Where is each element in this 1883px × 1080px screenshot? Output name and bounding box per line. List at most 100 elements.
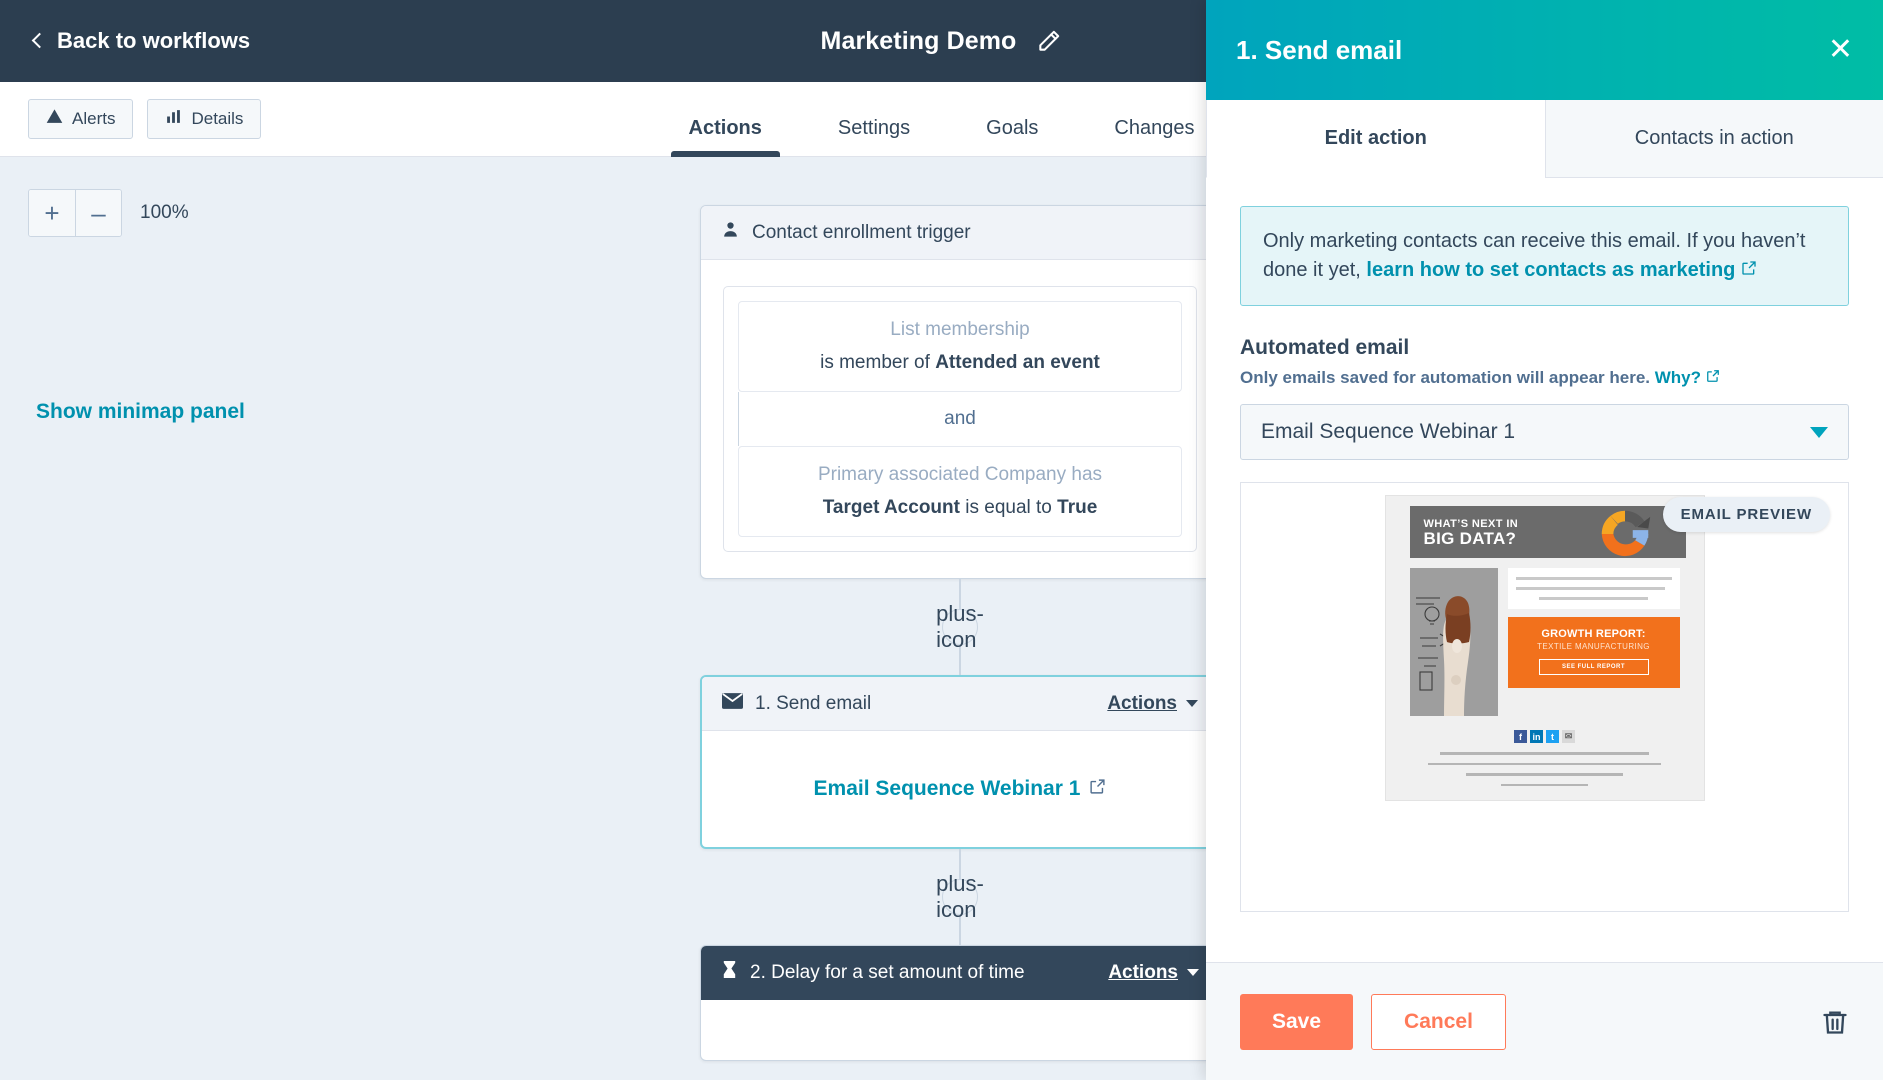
action-body-delay [701,1000,1219,1060]
email-social-icons: f in t ✉ [1396,730,1694,743]
add-step-button-1[interactable]: plus-icon [936,601,984,652]
action-menu-delay[interactable]: Actions [1108,962,1199,984]
criteria-conjunction: and [738,392,1182,446]
trash-icon[interactable] [1821,1008,1849,1036]
email-hero: WHAT’S NEXT IN BIG DATA? [1396,506,1694,560]
criterion-value: is member of Attended an event [753,352,1167,374]
external-link-icon [1089,777,1106,801]
add-step-button-2[interactable]: plus-icon [936,871,984,922]
zoom-out-button[interactable]: – [75,190,121,236]
automated-email-label: Automated email [1240,336,1410,359]
show-minimap-panel-link[interactable]: Show minimap panel [36,400,245,424]
criterion-mid: is equal to [959,497,1058,518]
page-title: Marketing Demo [820,26,1017,55]
save-button[interactable]: Save [1240,993,1354,1050]
enrollment-trigger-header: Contact enrollment trigger [701,206,1219,260]
automated-email-selected-value: Email Sequence Webinar 1 [1261,420,1516,443]
external-link-icon [1706,368,1720,387]
criterion-list-membership[interactable]: List membership is member of Attended an… [738,301,1182,392]
google-g-logo-icon [1594,503,1656,570]
chevron-down-icon [1186,700,1198,707]
cancel-button[interactable]: Cancel [1371,993,1506,1050]
email-asset-label: Email Sequence Webinar 1 [813,777,1081,800]
facebook-icon: f [1514,730,1527,743]
contact-person-icon [721,220,740,245]
action-menu-send-email[interactable]: Actions [1107,693,1198,715]
zoom-in-button[interactable]: + [29,190,75,236]
panel-title: 1. Send email [1236,34,1403,65]
enrollment-trigger-card[interactable]: Contact enrollment trigger List membersh… [700,205,1220,579]
action-card-send-email[interactable]: 1. Send email Actions Email Sequence Web… [700,675,1220,849]
automated-email-help-text: Only emails saved for automation will ap… [1240,368,1655,387]
zoom-level-label: 100% [140,202,189,223]
email-asset-link[interactable]: Email Sequence Webinar 1 [724,757,1196,821]
panel-tab-edit-action[interactable]: Edit action [1206,100,1545,178]
criterion-target-account[interactable]: Primary associated Company has Target Ac… [738,446,1182,537]
criterion-bold2: True [1057,497,1098,518]
criteria-group: List membership is member of Attended an… [723,286,1197,552]
external-link-icon [1741,259,1757,281]
back-to-workflows-label: Back to workflows [57,28,251,53]
email-cta-block: GROWTH REPORT: TEXTILE MANUFACTURING SEE… [1507,617,1680,688]
back-to-workflows-link[interactable]: Back to workflows [31,28,251,54]
automated-email-select[interactable]: Email Sequence Webinar 1 [1240,404,1849,460]
email-photo [1409,568,1498,716]
chevron-down-icon [1187,969,1199,976]
action-title-send-email: 1. Send email [755,692,872,714]
close-icon[interactable]: ✕ [1828,35,1853,65]
tab-goals-label: Goals [986,117,1039,139]
email-content-columns: GROWTH REPORT: TEXTILE MANUFACTURING SEE… [1396,568,1694,716]
email-preview-container: EMAIL PREVIEW WHAT’S NEXT IN BIG DATA? G… [1240,482,1849,912]
connector-1: plus-icon [700,579,1220,675]
twitter-icon: t [1546,730,1559,743]
email-body-text [1507,568,1680,609]
pencil-icon[interactable] [1036,28,1062,54]
panel-tab-edit-action-label: Edit action [1324,127,1427,149]
tab-goals[interactable]: Goals [948,117,1076,157]
email-footer [1396,752,1694,786]
action-card-delay[interactable]: 2. Delay for a set amount of time Action… [700,945,1220,1061]
hourglass-icon [721,960,738,985]
email-icon: ✉ [1562,730,1575,743]
action-header-send-email: 1. Send email Actions [702,677,1218,731]
action-menu-label: Actions [1108,961,1178,983]
edit-action-panel: 1. Send email ✕ Edit action Contacts in … [1206,0,1883,1080]
envelope-icon [722,692,743,715]
email-cta-button: SEE FULL REPORT [1538,659,1649,675]
learn-how-link[interactable]: learn how to set contacts as marketing [1366,259,1735,281]
connector-2: plus-icon [700,849,1220,945]
chevron-down-icon [1810,426,1828,438]
enrollment-trigger-title: Contact enrollment trigger [752,221,971,243]
chevron-left-icon [31,32,48,49]
panel-body: Only marketing contacts can receive this… [1206,178,1883,962]
action-body-send-email: Email Sequence Webinar 1 [702,731,1218,847]
tab-changes-label: Changes [1114,117,1195,139]
action-menu-label: Actions [1107,692,1177,714]
criterion-prefix: is member of [820,352,936,373]
why-link[interactable]: Why? [1655,368,1701,387]
tab-actions-label: Actions [688,117,762,139]
tab-settings-label: Settings [837,117,911,139]
panel-footer: Save Cancel [1206,962,1883,1080]
marketing-contacts-info-alert: Only marketing contacts can receive this… [1240,206,1849,306]
email-cta-subtitle: TEXTILE MANUFACTURING [1537,642,1650,651]
zoom-button-group: + – [28,189,122,237]
linkedin-icon: in [1530,730,1543,743]
workflow-flow-column: Contact enrollment trigger List membersh… [700,205,1220,1061]
criterion-bold: Attended an event [935,352,1100,373]
action-title-delay: 2. Delay for a set amount of time [750,961,1025,983]
panel-tab-contacts-label: Contacts in action [1634,127,1794,149]
criterion-label: Primary associated Company has [817,464,1103,485]
email-preview-thumbnail[interactable]: WHAT’S NEXT IN BIG DATA? GROWTH REPORT: … [1384,495,1705,801]
zoom-controls: + – 100% [28,189,189,237]
email-preview-badge: EMAIL PREVIEW [1662,497,1830,532]
criterion-bold: Target Account [822,497,960,518]
criterion-value: Target Account is equal to True [753,497,1167,519]
email-cta-title: GROWTH REPORT: [1541,628,1646,640]
automated-email-help: Only emails saved for automation will ap… [1240,368,1849,388]
panel-tab-contacts-in-action[interactable]: Contacts in action [1544,100,1883,178]
enrollment-trigger-body: List membership is member of Attended an… [701,260,1219,578]
tab-actions[interactable]: Actions [651,117,800,157]
panel-header: 1. Send email ✕ [1206,0,1883,100]
tab-settings[interactable]: Settings [800,117,948,157]
